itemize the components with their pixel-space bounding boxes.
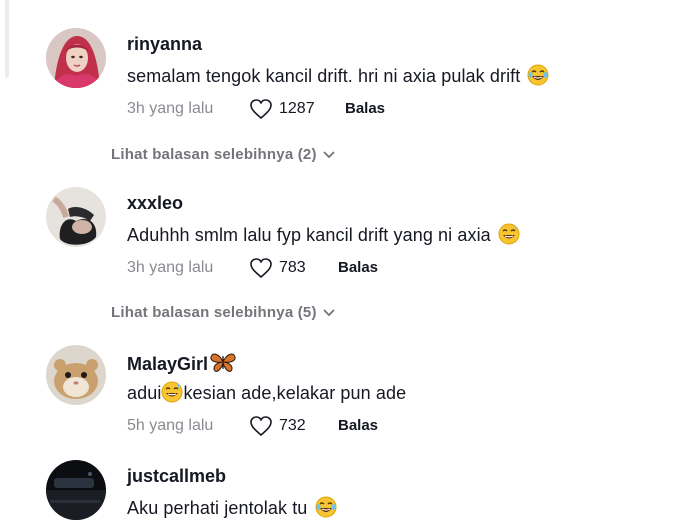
reply-button[interactable]: Balas bbox=[345, 100, 385, 117]
comment-text-content: Aku perhati jentolak tu bbox=[127, 498, 308, 518]
sweat-smile-emoji bbox=[161, 381, 183, 408]
heart-icon[interactable] bbox=[249, 415, 273, 442]
avatar[interactable] bbox=[46, 28, 106, 88]
heart-icon[interactable] bbox=[249, 257, 273, 284]
comment-text-content: Aduhhh smlm lalu fyp kancil drift yang n… bbox=[127, 225, 491, 245]
comment-time: 5h yang lalu bbox=[127, 417, 214, 434]
scrollbar[interactable] bbox=[5, 0, 9, 78]
chevron-down-icon bbox=[323, 304, 335, 321]
reply-button[interactable]: Balas bbox=[338, 417, 378, 434]
view-more-replies[interactable]: Lihat balasan selebihnya (5) bbox=[111, 304, 335, 321]
username[interactable]: justcallmeb bbox=[127, 466, 226, 487]
like-count: 732 bbox=[279, 417, 306, 434]
heart-icon[interactable] bbox=[249, 98, 273, 125]
reply-button[interactable]: Balas bbox=[338, 259, 378, 276]
comment-text-before: adui bbox=[127, 383, 162, 403]
like-count: 1287 bbox=[279, 100, 315, 117]
sweat-smile-emoji bbox=[498, 223, 520, 250]
butterfly-emoji bbox=[210, 351, 236, 378]
chevron-down-icon bbox=[323, 146, 335, 163]
username[interactable]: xxxleo bbox=[127, 193, 183, 214]
comment-text: semalam tengok kancil drift. hri ni axia… bbox=[127, 64, 551, 91]
comment-text: Aduhhh smlm lalu fyp kancil drift yang n… bbox=[127, 223, 522, 250]
comment-text: Aku perhati jentolak tu bbox=[127, 496, 339, 523]
avatar[interactable] bbox=[46, 187, 106, 247]
comment-text-content: semalam tengok kancil drift. hri ni axia… bbox=[127, 66, 521, 86]
like-count: 783 bbox=[279, 259, 306, 276]
comment-time: 3h yang lalu bbox=[127, 100, 214, 117]
laughing-tears-emoji bbox=[527, 64, 549, 91]
laughing-tears-emoji bbox=[315, 496, 337, 523]
view-more-replies-label: Lihat balasan selebihnya (5) bbox=[111, 304, 317, 321]
avatar[interactable] bbox=[46, 345, 106, 405]
username-text: MalayGirl bbox=[127, 354, 209, 374]
comment-text: adui kesian ade,kelakar pun ade bbox=[127, 381, 406, 408]
username[interactable]: rinyanna bbox=[127, 34, 202, 55]
comment-text-after: kesian ade,kelakar pun ade bbox=[183, 383, 407, 403]
comment-time: 3h yang lalu bbox=[127, 259, 214, 276]
username[interactable]: MalayGirl bbox=[127, 351, 236, 378]
view-more-replies[interactable]: Lihat balasan selebihnya (2) bbox=[111, 146, 335, 163]
view-more-replies-label: Lihat balasan selebihnya (2) bbox=[111, 146, 317, 163]
avatar[interactable] bbox=[46, 460, 106, 520]
